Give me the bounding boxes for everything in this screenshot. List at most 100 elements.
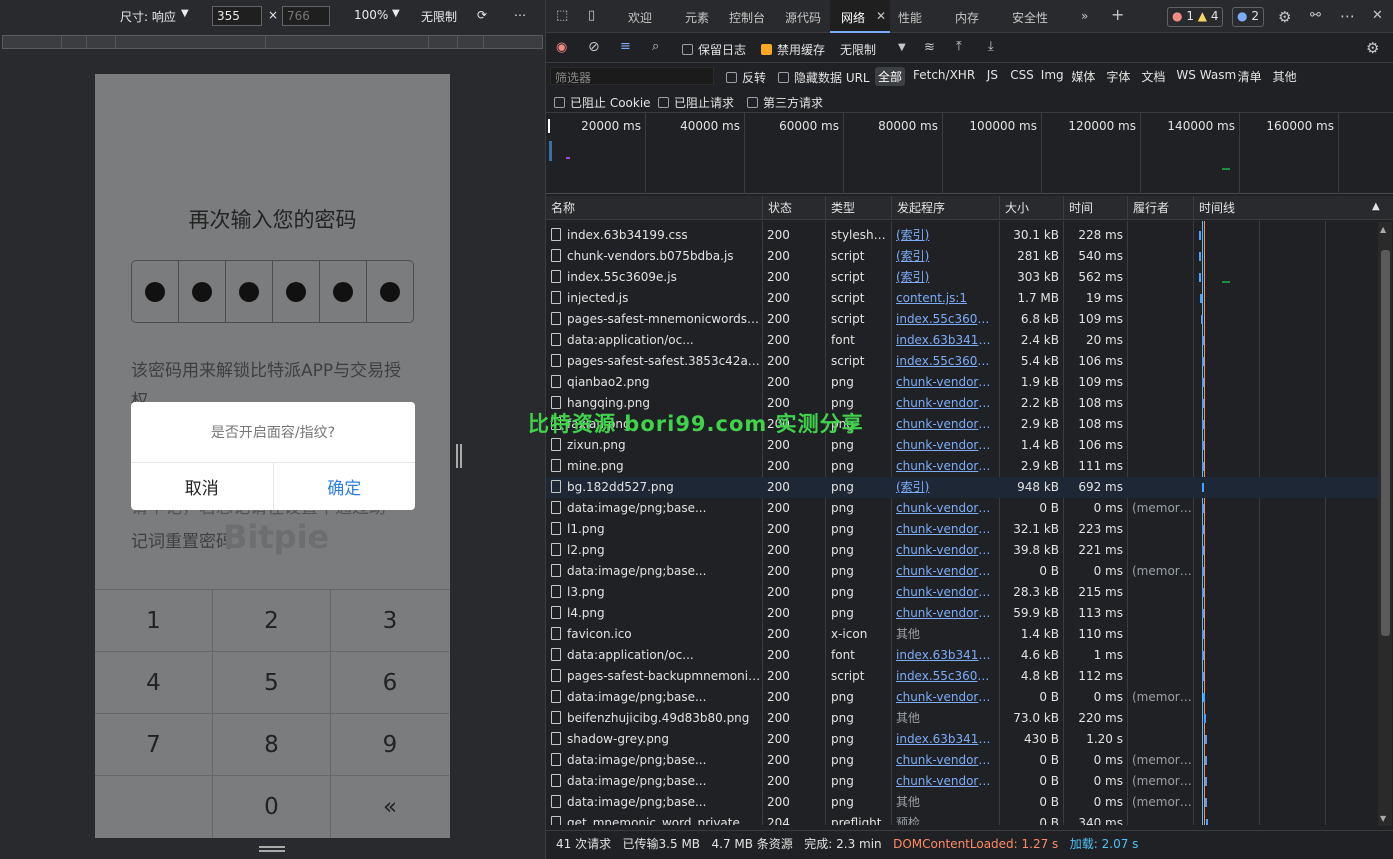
resize-handle-right[interactable] [456, 444, 462, 468]
tab-security[interactable]: 安全性 [1012, 9, 1048, 26]
request-initiator[interactable]: chunk-vendors.b... [896, 540, 996, 561]
table-row[interactable]: index.55c3609e.js 200 script (索引) 303 kB 562 … [546, 267, 1378, 288]
col-size[interactable]: 大小 [999, 196, 1063, 220]
close-icon[interactable]: ✕ [876, 9, 886, 23]
type-filter-chip[interactable]: Fetch/XHR [910, 67, 978, 83]
filter-input[interactable]: 筛选器 [550, 67, 714, 85]
table-row[interactable]: pages-safest-safest.3853c42a.js 200 script… [546, 351, 1378, 372]
tab-performance[interactable]: 性能 [898, 9, 922, 26]
confirm-button[interactable]: 确定 [274, 463, 416, 510]
col-time[interactable]: 时间 [1063, 196, 1127, 220]
key-0[interactable]: 0 [213, 776, 331, 838]
table-row[interactable]: chunk-vendors.b075bdba.js 200 script (索引) 28… [546, 246, 1378, 267]
key-4[interactable]: 4 [95, 652, 213, 714]
blocked-cookies-checkbox[interactable]: 已阻止 Cookie [554, 94, 651, 111]
type-filter-chip[interactable]: 全部 [875, 67, 906, 86]
hide-data-url-checkbox[interactable]: 隐藏数据 URL [778, 69, 870, 86]
request-initiator[interactable]: chunk-vendors.b... [896, 393, 996, 414]
col-status[interactable]: 状态 [762, 196, 825, 220]
table-row[interactable]: data:image/png;base... 200 png chunk-vendor… [546, 687, 1378, 708]
type-filter-chip[interactable]: 字体 [1103, 67, 1133, 86]
resize-handle-bottom[interactable] [259, 846, 285, 852]
network-conditions-icon[interactable]: ≋ [924, 40, 935, 55]
search-icon[interactable]: ⌕ [652, 39, 659, 54]
timeline-overview[interactable]: 20000 ms 40000 ms 60000 ms 80000 ms 100000 m… [546, 113, 1393, 283]
table-row[interactable]: l4.png 200 png chunk-vendors.b... 59.9 kB 113… [546, 603, 1378, 624]
password-pin-field[interactable] [131, 260, 414, 323]
request-initiator[interactable]: chunk-vendors.b... [896, 771, 996, 792]
device-toggle-icon[interactable]: ▯ [588, 8, 595, 23]
request-initiator[interactable]: chunk-vendors.b... [896, 372, 996, 393]
tab-network[interactable]: 网络 [841, 9, 865, 26]
col-fulfilled[interactable]: 履行者 [1127, 196, 1193, 220]
tab-welcome[interactable]: 欢迎 [628, 9, 652, 26]
request-initiator[interactable]: chunk-vendors.b... [896, 435, 996, 456]
type-filter-chip[interactable]: WS [1173, 67, 1198, 83]
col-type[interactable]: 类型 [825, 196, 891, 220]
type-filter-chip[interactable]: 媒体 [1068, 67, 1098, 86]
tab-memory[interactable]: 内存 [955, 9, 979, 26]
table-row[interactable]: qianbao2.png 200 png chunk-vendors.b... 1.9 … [546, 372, 1378, 393]
height-input[interactable]: 766 [282, 6, 330, 26]
col-initiator[interactable]: 发起程序 [891, 196, 999, 220]
network-settings-icon[interactable]: ⚙ [1366, 39, 1379, 57]
table-scrollbar[interactable]: ▲ ▼ [1378, 222, 1392, 826]
table-row[interactable]: data:image/png;base... 200 png chunk-vendor… [546, 561, 1378, 582]
table-row[interactable]: zixun.png 200 png chunk-vendors.b... 1.4 kB 1… [546, 435, 1378, 456]
table-row[interactable]: injected.js 200 script content.js:1 1.7 MB 19… [546, 288, 1378, 309]
key-6[interactable]: 6 [331, 652, 449, 714]
table-row[interactable]: data:application/oc... 200 font index.63b34… [546, 645, 1378, 666]
request-initiator[interactable]: chunk-vendors.b... [896, 603, 996, 624]
request-initiator[interactable]: index.55c3609e.j... [896, 666, 996, 687]
more-tabs-icon[interactable]: » [1081, 9, 1088, 23]
type-filter-chip[interactable]: 文档 [1138, 67, 1168, 86]
table-row[interactable]: favicon.ico 200 x-icon 其他 1.4 kB 110 ms [546, 624, 1378, 645]
table-row[interactable]: mine.png 200 png chunk-vendors.b... 2.9 kB 11… [546, 456, 1378, 477]
request-initiator[interactable]: chunk-vendors.b... [896, 414, 996, 435]
key-7[interactable]: 7 [95, 714, 213, 776]
table-row[interactable]: beifenzhujicibg.49d83b80.png 200 png 其他 73.0… [546, 708, 1378, 729]
type-filter-chip[interactable]: 清单 [1235, 67, 1265, 86]
table-row[interactable]: pages-safest-mnemonicwords-m... 200 script… [546, 309, 1378, 330]
key-3[interactable]: 3 [331, 590, 449, 652]
table-row[interactable]: data:image/png;base... 200 png 其他 0 B 0 ms (me… [546, 792, 1378, 813]
request-initiator[interactable]: index.55c3609e.j... [896, 351, 996, 372]
inspect-icon[interactable]: ⬚ [556, 8, 568, 23]
request-initiator[interactable]: (索引) [896, 477, 996, 498]
tab-sources[interactable]: 源代码 [785, 9, 821, 26]
table-row[interactable]: bg.182dd527.png 200 png (索引) 948 kB 692 ms [546, 477, 1378, 498]
disable-cache-checkbox[interactable]: 禁用缓存 [761, 41, 825, 58]
preserve-log-checkbox[interactable]: 保留日志 [682, 41, 746, 58]
import-icon[interactable]: ⤒ [956, 39, 962, 54]
record-icon[interactable]: ◉ [556, 40, 567, 55]
close-devtools-icon[interactable]: ✕ [1372, 8, 1383, 23]
key-5[interactable]: 5 [213, 652, 331, 714]
table-row[interactable]: data:application/oc... 200 font index.63b34… [546, 330, 1378, 351]
add-tab-icon[interactable]: + [1111, 5, 1124, 24]
request-initiator[interactable]: chunk-vendors.b... [896, 456, 996, 477]
clear-icon[interactable]: ⊘ [588, 39, 600, 55]
request-initiator[interactable]: content.js:1 [896, 288, 996, 309]
table-row[interactable]: data:image/png;base... 200 png chunk-vendor… [546, 771, 1378, 792]
request-initiator[interactable]: chunk-vendors.b... [896, 582, 996, 603]
request-initiator[interactable]: index.63b34199.... [896, 729, 996, 750]
request-initiator[interactable]: (索引) [896, 267, 996, 288]
table-row[interactable]: index.63b34199.css 200 stylesheet (索引) 30.1 … [546, 225, 1378, 246]
table-row[interactable]: get_mnemonic_word_private_key... 204 prefl… [546, 813, 1378, 825]
customize-icon[interactable]: ⚯ [1310, 8, 1321, 23]
type-filter-chip[interactable]: CSS [1007, 67, 1037, 83]
menu-dots-icon[interactable]: ⋯ [1340, 7, 1355, 25]
tab-console[interactable]: 控制台 [729, 9, 765, 26]
key-1[interactable]: 1 [95, 590, 213, 652]
request-initiator[interactable]: chunk-vendors.b... [896, 498, 996, 519]
type-filter-chip[interactable]: JS [984, 67, 1001, 83]
issues-badge[interactable]: ● 1 ▲ 4 [1167, 7, 1224, 27]
key-8[interactable]: 8 [213, 714, 331, 776]
request-initiator[interactable]: index.63b34199.... [896, 645, 996, 666]
type-filter-chip[interactable]: 其他 [1270, 67, 1300, 86]
third-party-checkbox[interactable]: 第三方请求 [747, 94, 823, 111]
table-row[interactable]: data:image/png;base... 200 png chunk-vendor… [546, 750, 1378, 771]
invert-checkbox[interactable]: 反转 [726, 69, 766, 86]
device-size-dropdown[interactable]: 尺寸: 响应 [120, 8, 176, 25]
table-row[interactable]: l1.png 200 png chunk-vendors.b... 32.1 kB 223… [546, 519, 1378, 540]
